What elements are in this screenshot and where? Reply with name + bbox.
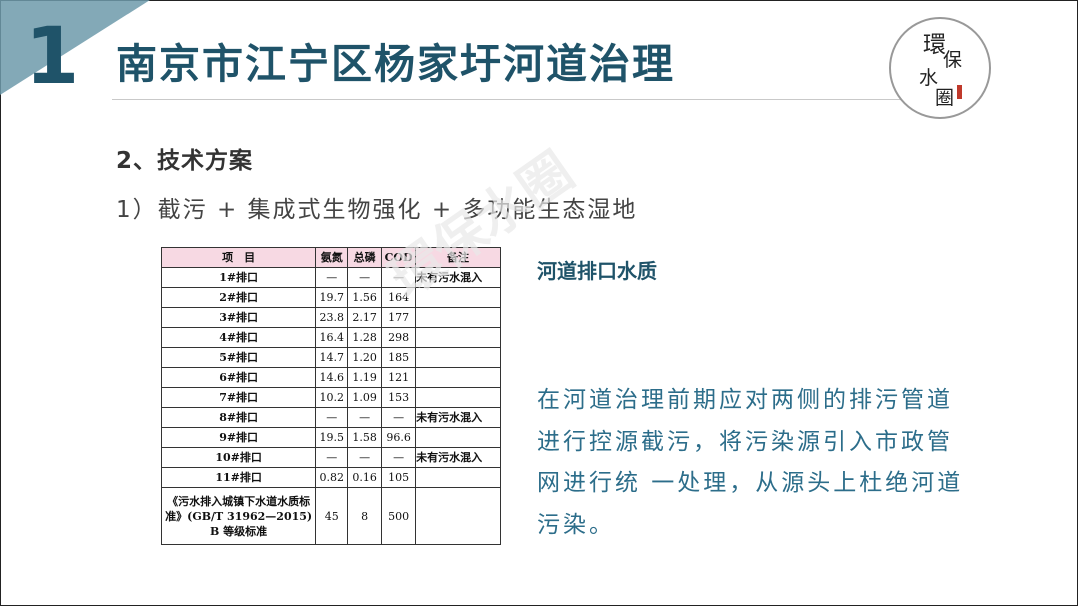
table-cell: 9#排口: [160, 427, 317, 448]
table-cell: 19.7: [315, 287, 349, 308]
water-quality-table: 项 目 氨氮 总磷 COD 备注 1#排口 — — — 未有污水混入 2#排口 19.7 1.…: [160, 247, 501, 547]
table-cell: 164: [381, 287, 417, 308]
table-cell: 未有污水混入: [415, 447, 501, 468]
table-cell: [415, 307, 501, 328]
table-row: 6#排口 14.6 1.19 121: [160, 367, 501, 388]
table-cell: 4#排口: [160, 327, 317, 348]
table-cell: 16.4: [315, 327, 349, 348]
table-cell: 177: [381, 307, 417, 328]
table-header-row: 项 目 氨氮 总磷 COD 备注: [160, 247, 501, 268]
table-cell: —: [347, 267, 383, 288]
table-cell: 未有污水混入: [415, 267, 501, 288]
table-row: 2#排口 19.7 1.56 164: [160, 287, 501, 308]
table-cell: 3#排口: [160, 307, 317, 328]
table-header: 备注: [415, 247, 501, 268]
table-header: COD: [381, 247, 417, 268]
standard-row: 《污水排入城镇下水道水质标准》(GB/T 31962—2015) B 等级标准 4…: [160, 487, 501, 545]
table-row: 1#排口 — — — 未有污水混入: [160, 267, 501, 288]
table-cell: 19.5: [315, 427, 349, 448]
table-cell: 10#排口: [160, 447, 317, 468]
table-cell: 8: [347, 487, 383, 545]
page-title: 南京市江宁区杨家圩河道治理: [116, 40, 675, 88]
section-heading: 2、技术方案: [116, 148, 254, 174]
table-cell: 1.20: [347, 347, 383, 368]
table-header: 氨氮: [315, 247, 349, 268]
table-cell: 2#排口: [160, 287, 317, 308]
table-cell: 5#排口: [160, 347, 317, 368]
table-cell: 45: [315, 487, 349, 545]
table-cell: 1.56: [347, 287, 383, 308]
table-cell: 未有污水混入: [415, 407, 501, 428]
table-cell: —: [347, 407, 383, 428]
table-cell: 23.8: [315, 307, 349, 328]
table-cell: 2.17: [347, 307, 383, 328]
panel-title: 河道排口水质: [537, 259, 657, 283]
table-cell: —: [381, 407, 417, 428]
table-row: 4#排口 16.4 1.28 298: [160, 327, 501, 348]
table-cell: 105: [381, 467, 417, 488]
table-cell: 1.19: [347, 367, 383, 388]
table-cell: [415, 327, 501, 348]
table-cell: 0.16: [347, 467, 383, 488]
table-cell: [415, 487, 501, 545]
table-cell: [415, 287, 501, 308]
table-cell: —: [347, 447, 383, 468]
table-row: 3#排口 23.8 2.17 177: [160, 307, 501, 328]
table-cell: 500: [381, 487, 417, 545]
table-cell: 6#排口: [160, 367, 317, 388]
table-row: 10#排口 — — — 未有污水混入: [160, 447, 501, 468]
table-cell: 1.58: [347, 427, 383, 448]
table-row: 7#排口 10.2 1.09 153: [160, 387, 501, 408]
table-cell: 0.82: [315, 467, 349, 488]
table-cell: 14.6: [315, 367, 349, 388]
table-cell: [415, 387, 501, 408]
table-cell: 185: [381, 347, 417, 368]
table-cell: 298: [381, 327, 417, 348]
table-row: 9#排口 19.5 1.58 96.6: [160, 427, 501, 448]
standard-label: 《污水排入城镇下水道水质标准》(GB/T 31962—2015) B 等级标准: [160, 487, 317, 545]
table-cell: 14.7: [315, 347, 349, 368]
description-paragraph: 在河道治理前期应对两侧的排污管道进行控源截污，将污染源引入市政管网进行统 一处理…: [537, 387, 964, 538]
table-row: 11#排口 0.82 0.16 105: [160, 467, 501, 488]
table-cell: —: [315, 407, 349, 428]
table-cell: [415, 347, 501, 368]
table-cell: 1.28: [347, 327, 383, 348]
table-cell: 10.2: [315, 387, 349, 408]
table-cell: —: [315, 447, 349, 468]
table-cell: 121: [381, 367, 417, 388]
table-cell: 153: [381, 387, 417, 408]
table-cell: 1.09: [347, 387, 383, 408]
table-cell: —: [315, 267, 349, 288]
logo-char: 保: [943, 49, 963, 71]
table-row: 5#排口 14.7 1.20 185: [160, 347, 501, 368]
table-header: 总磷: [347, 247, 383, 268]
table-header: 项 目: [160, 247, 317, 268]
table-cell: 96.6: [381, 427, 417, 448]
table-cell: [415, 427, 501, 448]
slide-number: 1: [25, 12, 80, 102]
table-cell: [415, 467, 501, 488]
table-cell: 8#排口: [160, 407, 317, 428]
table-cell: 1#排口: [160, 267, 317, 288]
logo: 環 保 水 圈: [889, 17, 991, 119]
table-cell: —: [381, 447, 417, 468]
seal-mark: [957, 85, 962, 99]
logo-char: 圈: [935, 87, 955, 109]
table-cell: 11#排口: [160, 467, 317, 488]
table-cell: —: [381, 267, 417, 288]
table-row: 8#排口 — — — 未有污水混入: [160, 407, 501, 428]
title-divider: [112, 99, 980, 100]
subheading: 1）截污 + 集成式生物强化 + 多功能生态湿地: [116, 197, 638, 223]
table-cell: 7#排口: [160, 387, 317, 408]
table-cell: [415, 367, 501, 388]
